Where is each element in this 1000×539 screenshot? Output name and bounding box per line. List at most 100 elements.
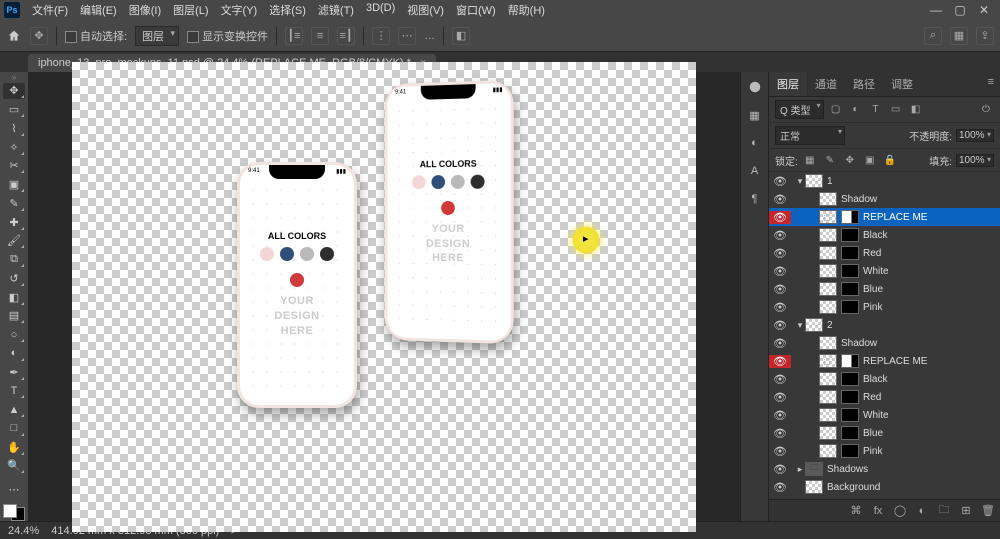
menu-item[interactable]: 图层(L): [167, 2, 214, 18]
filter-adjust-icon[interactable]: ◐: [848, 102, 864, 118]
layer-mask-thumb[interactable]: [841, 390, 859, 404]
layer-name[interactable]: Blue: [863, 428, 883, 439]
lock-transparent-icon[interactable]: ▦: [802, 152, 818, 168]
visibility-toggle[interactable]: 👁: [769, 211, 791, 224]
layer-thumb[interactable]: [819, 372, 837, 386]
workspace-icon[interactable]: ▦: [950, 27, 968, 45]
layer-thumb[interactable]: [819, 426, 837, 440]
visibility-toggle[interactable]: 👁: [769, 301, 791, 314]
visibility-toggle[interactable]: 👁: [769, 229, 791, 242]
move-tool-indicator[interactable]: ✥: [30, 27, 48, 45]
visibility-toggle[interactable]: 👁: [769, 391, 791, 404]
show-transform-checkbox[interactable]: 显示变换控件: [187, 28, 268, 44]
layer-row[interactable]: 👁▾2: [769, 316, 1000, 334]
filter-smart-icon[interactable]: ◧: [908, 102, 924, 118]
layer-name[interactable]: Shadow: [841, 194, 877, 205]
paragraph-panel-icon[interactable]: ¶: [746, 190, 764, 208]
layer-row[interactable]: 👁▸🗀Shadows: [769, 460, 1000, 478]
delete-layer-icon[interactable]: 🗑: [980, 503, 996, 519]
filter-shape-icon[interactable]: ▭: [888, 102, 904, 118]
layer-thumb[interactable]: [805, 480, 823, 494]
layer-name[interactable]: Pink: [863, 446, 882, 457]
layer-row[interactable]: 👁Background: [769, 478, 1000, 496]
toolbox-grip[interactable]: »: [7, 76, 21, 81]
visibility-toggle[interactable]: 👁: [769, 409, 791, 422]
layer-row[interactable]: 👁Black: [769, 370, 1000, 388]
visibility-toggle[interactable]: 👁: [769, 355, 791, 368]
smart-object-thumb[interactable]: ⬚: [819, 354, 837, 368]
lock-artboard-icon[interactable]: ▣: [862, 152, 878, 168]
layer-mask-thumb[interactable]: [841, 210, 859, 224]
visibility-toggle[interactable]: 👁: [769, 373, 791, 386]
layer-style-icon[interactable]: fx: [870, 503, 886, 519]
layer-row[interactable]: 👁 Pink: [769, 298, 1000, 316]
menu-item[interactable]: 图像(I): [123, 2, 167, 18]
visibility-toggle[interactable]: 👁: [769, 193, 791, 206]
auto-select-checkbox[interactable]: 自动选择:: [65, 28, 127, 44]
layer-mask-thumb[interactable]: [841, 264, 859, 278]
path-select-tool[interactable]: ▲: [3, 401, 25, 418]
layer-row[interactable]: 👁⬚REPLACE ME: [769, 208, 1000, 226]
adjustments-panel-icon[interactable]: ◐: [746, 134, 764, 152]
distribute-icon[interactable]: ⋮: [372, 27, 390, 45]
layer-thumb[interactable]: [805, 318, 823, 332]
layer-row[interactable]: 👁 Shadow: [769, 190, 1000, 208]
panel-menu-icon[interactable]: ≡: [982, 72, 1000, 96]
layer-name[interactable]: Red: [863, 248, 881, 259]
gradient-tool[interactable]: ▤: [3, 308, 25, 325]
opacity-input[interactable]: 100%: [956, 129, 994, 142]
layer-thumb[interactable]: [819, 336, 837, 350]
canvas-area[interactable]: 9:41 ▮▮▮ ALL COLORS YOURDESIGNHERE: [28, 72, 740, 521]
new-layer-icon[interactable]: ⊞: [958, 503, 974, 519]
layer-name[interactable]: REPLACE ME: [863, 212, 927, 223]
link-layers-icon[interactable]: ⌘: [848, 503, 864, 519]
layer-row[interactable]: 👁 Blue: [769, 424, 1000, 442]
filter-pixel-icon[interactable]: ▢: [828, 102, 844, 118]
layer-name[interactable]: 1: [827, 176, 833, 187]
layer-thumb[interactable]: [819, 390, 837, 404]
visibility-toggle[interactable]: 👁: [769, 427, 791, 440]
layer-mask-thumb[interactable]: [841, 444, 859, 458]
filter-toggle[interactable]: ⏻: [978, 102, 994, 118]
layer-mask-thumb[interactable]: [841, 354, 859, 368]
layer-mask-thumb[interactable]: [841, 426, 859, 440]
filter-type-icon[interactable]: T: [868, 102, 884, 118]
visibility-toggle[interactable]: 👁: [769, 319, 791, 332]
layer-name[interactable]: Blue: [863, 284, 883, 295]
menu-item[interactable]: 编辑(E): [74, 2, 123, 18]
maximize-button[interactable]: ▢: [948, 3, 972, 17]
expand-icon[interactable]: ▾: [795, 176, 805, 187]
crop-tool[interactable]: ✂: [3, 158, 25, 175]
3d-mode-icon[interactable]: ◧: [452, 27, 470, 45]
move-tool[interactable]: ✥: [3, 83, 25, 100]
close-button[interactable]: ✕: [972, 3, 996, 17]
lock-position-icon[interactable]: ✥: [842, 152, 858, 168]
layer-thumb[interactable]: [819, 246, 837, 260]
folder-icon[interactable]: 🗀: [805, 462, 823, 476]
layer-thumb[interactable]: [819, 228, 837, 242]
layer-thumb[interactable]: [805, 174, 823, 188]
menu-item[interactable]: 窗口(W): [450, 2, 502, 18]
fill-input[interactable]: 100%: [956, 154, 994, 167]
layer-row[interactable]: 👁White: [769, 262, 1000, 280]
align-left-icon[interactable]: ┃≡: [285, 27, 303, 45]
layer-mask-thumb[interactable]: [841, 300, 859, 314]
layer-mask-thumb[interactable]: [841, 372, 859, 386]
menu-item[interactable]: 视图(V): [401, 2, 450, 18]
pen-tool[interactable]: ✒: [3, 364, 25, 381]
layer-name[interactable]: Pink: [863, 302, 882, 313]
layer-name[interactable]: REPLACE ME: [863, 356, 927, 367]
edit-toolbar-icon[interactable]: ⋯: [3, 481, 25, 498]
color-panel-icon[interactable]: [746, 78, 764, 96]
layer-name[interactable]: 2: [827, 320, 833, 331]
layer-mask-thumb[interactable]: [841, 408, 859, 422]
share-icon[interactable]: ⇪: [976, 27, 994, 45]
document-canvas[interactable]: 9:41 ▮▮▮ ALL COLORS YOURDESIGNHERE: [72, 62, 696, 532]
layer-thumb[interactable]: [819, 264, 837, 278]
lasso-tool[interactable]: ⌇: [3, 120, 25, 137]
tab-paths[interactable]: 路径: [845, 72, 883, 96]
layer-filter-dropdown[interactable]: Q 类型: [775, 100, 824, 119]
eyedropper-tool[interactable]: ✎: [3, 195, 25, 212]
menu-item[interactable]: 3D(D): [360, 2, 401, 18]
visibility-toggle[interactable]: 👁: [769, 481, 791, 494]
